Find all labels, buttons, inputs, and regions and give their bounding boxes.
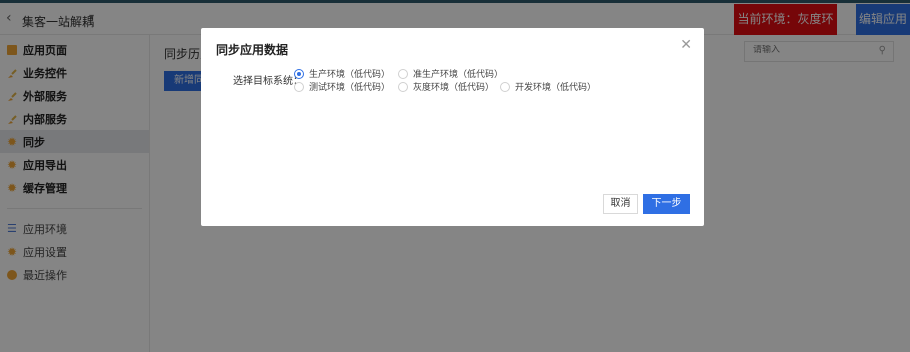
target-system-label: 选择目标系统： bbox=[233, 76, 303, 87]
next-step-button[interactable]: 下一步 bbox=[643, 194, 690, 214]
radio-label: 开发环境（低代码） bbox=[515, 83, 597, 93]
radio-dot[interactable] bbox=[500, 81, 510, 92]
radio-label: 灰度环境（低代码） bbox=[413, 83, 495, 93]
dialog-title: 同步应用数据 bbox=[216, 43, 289, 57]
radio-dot[interactable] bbox=[398, 68, 408, 79]
sync-app-data-dialog: 同步应用数据 ✕ 选择目标系统： 生产环境（低代码） 准生产环境（低代码） 测试… bbox=[201, 28, 704, 226]
radio-label: 测试环境（低代码） bbox=[309, 83, 391, 93]
radio-label: 准生产环境（低代码） bbox=[413, 70, 504, 80]
radio-gray[interactable]: 灰度环境（低代码） bbox=[398, 80, 494, 93]
radio-dot[interactable] bbox=[294, 68, 304, 79]
radio-dot[interactable] bbox=[398, 81, 408, 92]
radio-pre-production[interactable]: 准生产环境（低代码） bbox=[398, 67, 503, 80]
radio-dot[interactable] bbox=[294, 81, 304, 92]
radio-label: 生产环境（低代码） bbox=[309, 70, 391, 80]
cancel-button[interactable]: 取消 bbox=[603, 194, 638, 214]
radio-production[interactable]: 生产环境（低代码） bbox=[294, 67, 390, 80]
close-icon[interactable]: ✕ bbox=[680, 37, 692, 53]
radio-development[interactable]: 开发环境（低代码） bbox=[500, 80, 596, 93]
radio-test[interactable]: 测试环境（低代码） bbox=[294, 80, 390, 93]
